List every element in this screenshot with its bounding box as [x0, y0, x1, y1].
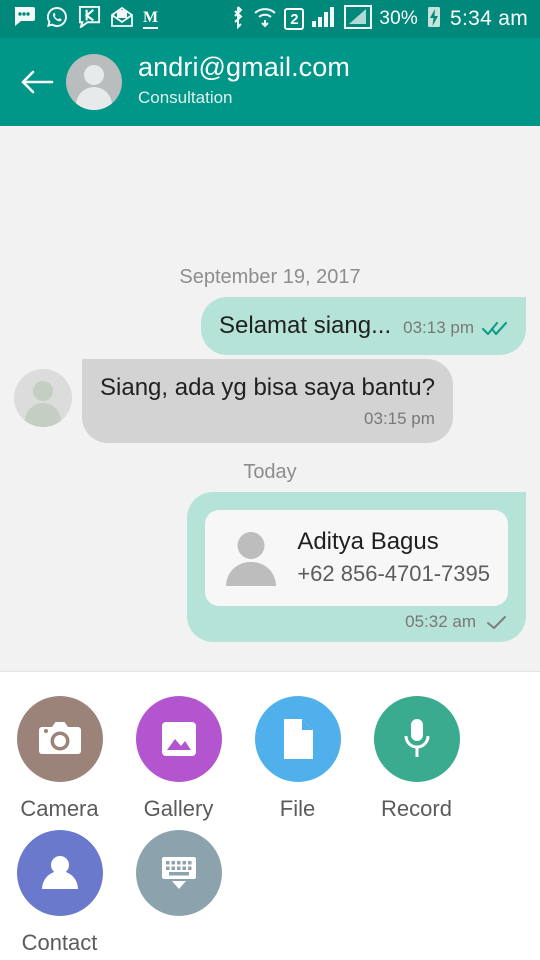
battery-percent-label: 30%	[379, 8, 419, 29]
email-open-icon	[110, 6, 134, 33]
camera-icon-circle	[16, 696, 103, 782]
message-meta: 03:13 pm	[403, 318, 508, 338]
avatar-body-icon	[25, 403, 61, 427]
attachment-camera[interactable]: Camera	[0, 688, 119, 822]
attachment-record[interactable]: Record	[357, 688, 476, 822]
attachment-row-1: Camera Gallery File Record	[0, 688, 540, 822]
message-list[interactable]: September 19, 2017 Selamat siang... 03:1…	[0, 126, 540, 672]
avatar-body-icon	[76, 87, 112, 110]
microphone-icon-circle	[373, 696, 460, 782]
message-time: 05:32 am	[405, 611, 476, 631]
attachment-row-2: Contact	[0, 822, 540, 956]
bluetooth-icon	[230, 5, 246, 34]
chat-screen: M 2 30% 5:34 am andri@gmail.com Consulta…	[0, 0, 540, 960]
file-icon-circle	[254, 696, 341, 782]
attachment-contact[interactable]: Contact	[0, 822, 119, 956]
page-subtitle: Consultation	[138, 88, 233, 108]
single-check-icon	[484, 614, 508, 630]
attachment-gallery[interactable]: Gallery	[119, 688, 238, 822]
attachment-panel: Camera Gallery File Record Contact	[0, 672, 540, 956]
attachment-contact-label: Contact	[21, 930, 98, 955]
avatar[interactable]	[66, 54, 122, 110]
message-bubble-1[interactable]: Selamat siang... 03:13 pm	[201, 297, 526, 355]
person-body-icon	[226, 561, 277, 586]
page-title: andri@gmail.com	[138, 52, 350, 83]
status-bar-clock: 5:34 am	[450, 7, 528, 30]
date-divider-1: September 19, 2017	[179, 266, 361, 288]
keyboard-hide-icon-circle	[135, 830, 222, 916]
image-icon	[161, 722, 196, 756]
attachment-record-label: Record	[381, 796, 452, 821]
attachment-file[interactable]: File	[238, 688, 357, 822]
status-bar-notification-icons: M	[12, 5, 159, 34]
contact-phone: +62 856-4701-7395	[297, 561, 490, 587]
app-bar-text: andri@gmail.com Consultation	[138, 53, 350, 110]
status-bar: M 2 30% 5:34 am	[0, 0, 540, 38]
kakao-k-icon	[78, 5, 101, 33]
contact-card-text: Aditya Bagus +62 856-4701-7395	[297, 526, 490, 590]
keyboard-hide-icon	[161, 857, 196, 889]
message-row-incoming[interactable]: Siang, ada yg bisa saya bantu? 03:15 pm	[14, 359, 526, 443]
double-check-icon	[482, 320, 508, 336]
dual-sim-icon: 2	[284, 8, 305, 30]
message-bubble-3[interactable]: Aditya Bagus +62 856-4701-7395 05:32 am	[187, 492, 526, 642]
medium-icon: M	[143, 9, 159, 29]
whatsapp-icon	[45, 5, 69, 34]
signal-sim2-icon	[344, 4, 373, 34]
battery-charging-icon	[425, 5, 443, 34]
back-arrow-icon	[21, 70, 54, 94]
avatar-head-icon	[33, 381, 53, 401]
file-icon	[283, 719, 313, 759]
message-text: Siang, ada yg bisa saya bantu?	[100, 374, 435, 401]
person-icon-circle	[16, 830, 103, 916]
person-icon	[223, 530, 279, 586]
message-row-outgoing[interactable]: Selamat siang... 03:13 pm	[14, 297, 526, 355]
attachment-camera-label: Camera	[20, 796, 99, 821]
person-head-icon	[237, 531, 265, 559]
signal-sim1-icon	[311, 6, 337, 33]
message-meta: 05:32 am	[205, 612, 508, 632]
status-bar-system-icons: 2 30% 5:34 am	[230, 4, 528, 34]
avatar-head-icon	[84, 65, 104, 85]
camera-icon	[38, 722, 81, 754]
message-text: Selamat siang...	[219, 312, 392, 339]
message-avatar	[14, 369, 72, 427]
contact-card[interactable]: Aditya Bagus +62 856-4701-7395	[205, 510, 508, 606]
contact-name: Aditya Bagus	[297, 528, 439, 555]
attachment-gallery-label: Gallery	[143, 796, 214, 821]
message-time: 03:15 pm	[364, 409, 435, 428]
hide-keyboard-button[interactable]	[119, 822, 238, 956]
app-bar: andri@gmail.com Consultation	[0, 38, 540, 126]
message-meta: 03:15 pm	[100, 409, 435, 429]
back-button[interactable]	[14, 59, 60, 105]
date-divider-2: Today	[243, 461, 297, 483]
message-time: 03:13 pm	[403, 318, 474, 337]
message-row-contact-card[interactable]: Aditya Bagus +62 856-4701-7395 05:32 am	[14, 492, 526, 642]
person-icon	[41, 856, 78, 889]
attachment-file-label: File	[279, 796, 316, 821]
message-bubble-2[interactable]: Siang, ada yg bisa saya bantu? 03:15 pm	[82, 359, 453, 443]
image-icon-circle	[135, 696, 222, 782]
messages-icon	[12, 6, 36, 33]
microphone-icon	[404, 719, 429, 757]
wifi-icon	[253, 6, 277, 33]
